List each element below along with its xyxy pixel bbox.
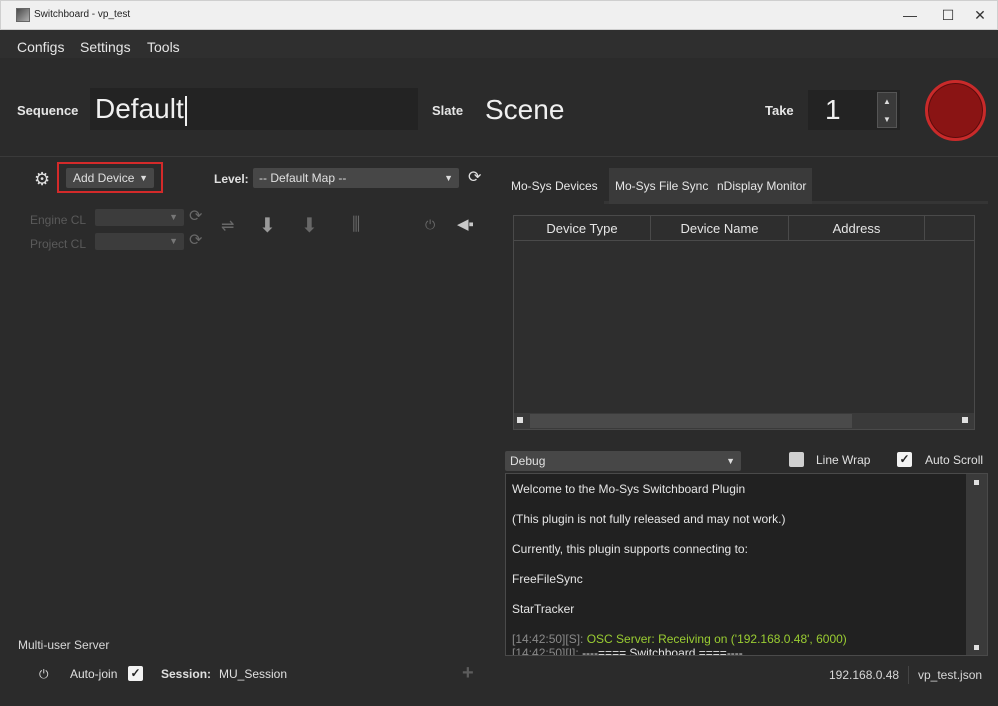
chevron-down-icon: ▼: [726, 456, 735, 466]
log-message: ----==== Switchboard ====----: [582, 646, 743, 656]
scrollbar-thumb[interactable]: [530, 414, 852, 428]
record-button[interactable]: [925, 80, 986, 141]
refresh-icon[interactable]: ⟳: [189, 206, 202, 226]
chevron-down-icon: ▼: [169, 212, 178, 222]
log-output[interactable]: Welcome to the Mo-Sys Switchboard Plugin…: [505, 473, 988, 656]
power-icon[interactable]: ⏻: [39, 667, 49, 682]
text-caret: [184, 95, 187, 126]
vertical-scrollbar[interactable]: [966, 474, 987, 655]
menu-tools[interactable]: Tools: [147, 39, 180, 55]
auto-join-checkbox[interactable]: ✓: [128, 666, 143, 681]
line-wrap-label: Line Wrap: [816, 453, 871, 467]
column-header-address[interactable]: Address: [789, 216, 925, 241]
engine-cl-select[interactable]: ▼: [95, 209, 184, 226]
log-line: Currently, this plugin supports connecti…: [512, 542, 748, 556]
build-all-icon[interactable]: ⬇: [301, 213, 318, 238]
build-icon[interactable]: ⬇: [259, 213, 276, 238]
scroll-down-icon[interactable]: [974, 645, 979, 650]
minimize-button[interactable]: —: [890, 0, 930, 30]
gear-icon[interactable]: ⚙: [34, 169, 50, 190]
status-divider: [908, 666, 909, 684]
auto-join-label: Auto-join: [70, 667, 118, 681]
sync-arrows-icon[interactable]: ⇌: [221, 216, 234, 236]
title-bar: [0, 0, 998, 30]
tab-mosys-devices[interactable]: Mo-Sys Devices: [505, 168, 604, 204]
scroll-left-icon[interactable]: [517, 417, 523, 423]
sliders-icon[interactable]: ⫼: [352, 214, 360, 235]
auto-scroll-label: Auto Scroll: [925, 453, 984, 467]
engine-cl-label: Engine CL: [30, 213, 87, 227]
log-line: (This plugin is not fully released and m…: [512, 512, 786, 526]
project-cl-label: Project CL: [30, 237, 87, 251]
log-line: FreeFileSync: [512, 572, 583, 586]
log-line: Welcome to the Mo-Sys Switchboard Plugin: [512, 482, 746, 496]
chevron-down-icon: ▼: [444, 173, 453, 183]
plus-icon[interactable]: +: [462, 662, 474, 685]
chevron-down-icon: ▼: [169, 236, 178, 246]
column-header-device-type[interactable]: Device Type: [514, 216, 651, 241]
window-title: Switchboard - vp_test: [34, 9, 131, 20]
slate-input[interactable]: Scene: [485, 94, 564, 126]
column-header-blank: [925, 216, 974, 241]
log-timestamp: [14:42:50][S]:: [512, 632, 587, 646]
refresh-icon[interactable]: ⟳: [468, 167, 481, 187]
take-value: 1: [825, 94, 841, 125]
multi-user-title: Multi-user Server: [18, 638, 110, 652]
scroll-right-icon[interactable]: [962, 417, 968, 423]
log-level-value: Debug: [510, 454, 546, 468]
tab-mosys-file-sync[interactable]: Mo-Sys File Sync: [609, 168, 715, 204]
status-ip: 192.168.0.48: [829, 668, 900, 682]
log-level-select[interactable]: Debug ▼: [505, 451, 741, 471]
app-icon: [16, 8, 30, 22]
log-line-banner: [14:42:50][I]: ----==== Switchboard ====…: [512, 646, 743, 656]
plug-icon[interactable]: ◀▪: [457, 215, 474, 233]
column-header-device-name[interactable]: Device Name: [651, 216, 789, 241]
add-device-button[interactable]: Add Device ▼: [66, 168, 154, 188]
session-value[interactable]: MU_Session: [219, 667, 287, 681]
level-value: -- Default Map --: [259, 171, 347, 185]
log-line: StarTracker: [512, 602, 575, 616]
chevron-down-icon: ▼: [139, 173, 148, 183]
menu-settings[interactable]: Settings: [80, 39, 131, 55]
take-stepper-arrows[interactable]: ▲ ▼: [877, 92, 897, 128]
tab-ndisplay-monitor[interactable]: nDisplay Monitor: [711, 168, 813, 204]
refresh-icon[interactable]: ⟳: [189, 230, 202, 250]
add-device-label: Add Device: [73, 171, 135, 185]
power-icon[interactable]: ⏻: [425, 217, 435, 233]
line-wrap-checkbox[interactable]: [789, 452, 804, 467]
scroll-up-icon[interactable]: [974, 480, 979, 485]
log-message: OSC Server: Receiving on ('192.168.0.48'…: [586, 632, 847, 646]
device-table: [513, 215, 975, 430]
take-label: Take: [765, 103, 794, 118]
level-label: Level:: [214, 172, 249, 186]
sequence-input[interactable]: Default: [90, 88, 418, 130]
session-label: Session:: [161, 667, 212, 681]
project-cl-select[interactable]: ▼: [95, 233, 184, 250]
slate-label: Slate: [432, 103, 464, 118]
sequence-value: Default: [95, 93, 184, 124]
log-timestamp: [14:42:50][I]:: [512, 646, 583, 656]
status-config-file: vp_test.json: [918, 668, 983, 682]
menu-configs[interactable]: Configs: [17, 39, 64, 55]
sequence-label: Sequence: [17, 103, 79, 118]
log-line-osc: [14:42:50][S]: OSC Server: Receiving on …: [512, 632, 847, 646]
auto-scroll-checkbox[interactable]: ✓: [897, 452, 912, 467]
level-select[interactable]: -- Default Map -- ▼: [253, 168, 459, 188]
close-button[interactable]: ✕: [960, 0, 998, 30]
